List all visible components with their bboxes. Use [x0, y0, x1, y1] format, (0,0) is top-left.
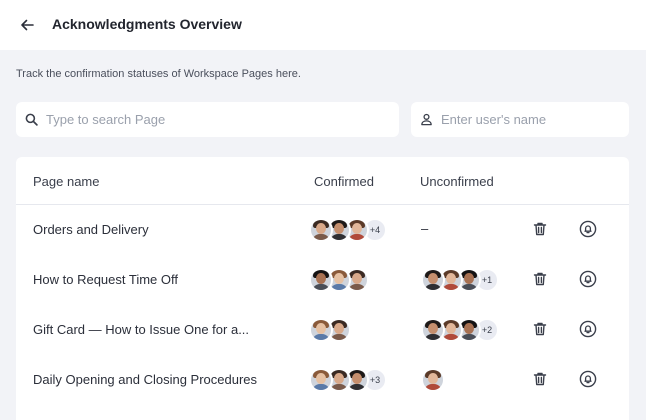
user-search-input[interactable] — [441, 112, 629, 127]
delete-button[interactable] — [531, 370, 549, 388]
page-name[interactable]: Gift Card — How to Issue One for a... — [33, 322, 249, 337]
page-description: Track the confirmation statuses of Works… — [16, 68, 301, 80]
bell-icon — [579, 320, 597, 338]
avatar[interactable] — [421, 318, 445, 342]
column-page-name: Page name — [33, 174, 100, 189]
trash-icon — [533, 322, 547, 336]
table-row[interactable]: Orders and Delivery +4 – — [16, 205, 629, 255]
unconfirmed-avatars[interactable]: +2 — [421, 318, 499, 342]
unconfirmed-avatars[interactable]: +1 — [421, 268, 499, 292]
remind-button[interactable] — [579, 320, 597, 338]
confirmed-avatars[interactable] — [309, 318, 351, 342]
table-row[interactable]: How to Request Time Off +1 — [16, 255, 629, 305]
user-icon — [420, 113, 433, 127]
avatar[interactable] — [309, 218, 333, 242]
page-search-input[interactable] — [46, 112, 399, 127]
top-bar: Acknowledgments Overview — [0, 0, 646, 50]
bell-icon — [579, 220, 597, 238]
page-name[interactable]: Daily Opening and Closing Procedures — [33, 372, 257, 387]
bell-icon — [579, 270, 597, 288]
page-name[interactable]: How to Request Time Off — [33, 272, 178, 287]
acknowledgments-table: Page name Confirmed Unconfirmed Orders a… — [16, 157, 629, 420]
avatar[interactable] — [421, 368, 445, 392]
column-unconfirmed: Unconfirmed — [420, 174, 494, 189]
trash-icon — [533, 372, 547, 386]
avatar[interactable] — [309, 268, 333, 292]
avatar[interactable] — [309, 318, 333, 342]
delete-button[interactable] — [531, 320, 549, 338]
page-title: Acknowledgments Overview — [52, 16, 242, 32]
table-row[interactable]: Gift Card — How to Issue One for a... +2 — [16, 305, 629, 355]
table-row[interactable]: Daily Opening and Closing Procedures +3 — [16, 355, 629, 405]
remind-button[interactable] — [579, 220, 597, 238]
trash-icon — [533, 272, 547, 286]
remind-button[interactable] — [579, 270, 597, 288]
unconfirmed-empty: – — [421, 221, 429, 236]
column-confirmed: Confirmed — [314, 174, 374, 189]
confirmed-avatars[interactable]: +4 — [309, 218, 387, 242]
confirmed-avatars[interactable]: +3 — [309, 368, 387, 392]
table-header: Page name Confirmed Unconfirmed — [16, 157, 629, 205]
unconfirmed-avatars[interactable] — [421, 368, 445, 392]
avatar[interactable] — [421, 268, 445, 292]
user-search-field[interactable] — [411, 102, 629, 137]
page-search-field[interactable] — [16, 102, 399, 137]
arrow-left-icon — [21, 19, 34, 31]
back-button[interactable] — [16, 14, 38, 36]
delete-button[interactable] — [531, 220, 549, 238]
remind-button[interactable] — [579, 370, 597, 388]
delete-button[interactable] — [531, 270, 549, 288]
avatar[interactable] — [309, 368, 333, 392]
search-icon — [25, 113, 38, 127]
confirmed-avatars[interactable] — [309, 268, 369, 292]
trash-icon — [533, 222, 547, 236]
page-name[interactable]: Orders and Delivery — [33, 222, 149, 237]
bell-icon — [579, 370, 597, 388]
